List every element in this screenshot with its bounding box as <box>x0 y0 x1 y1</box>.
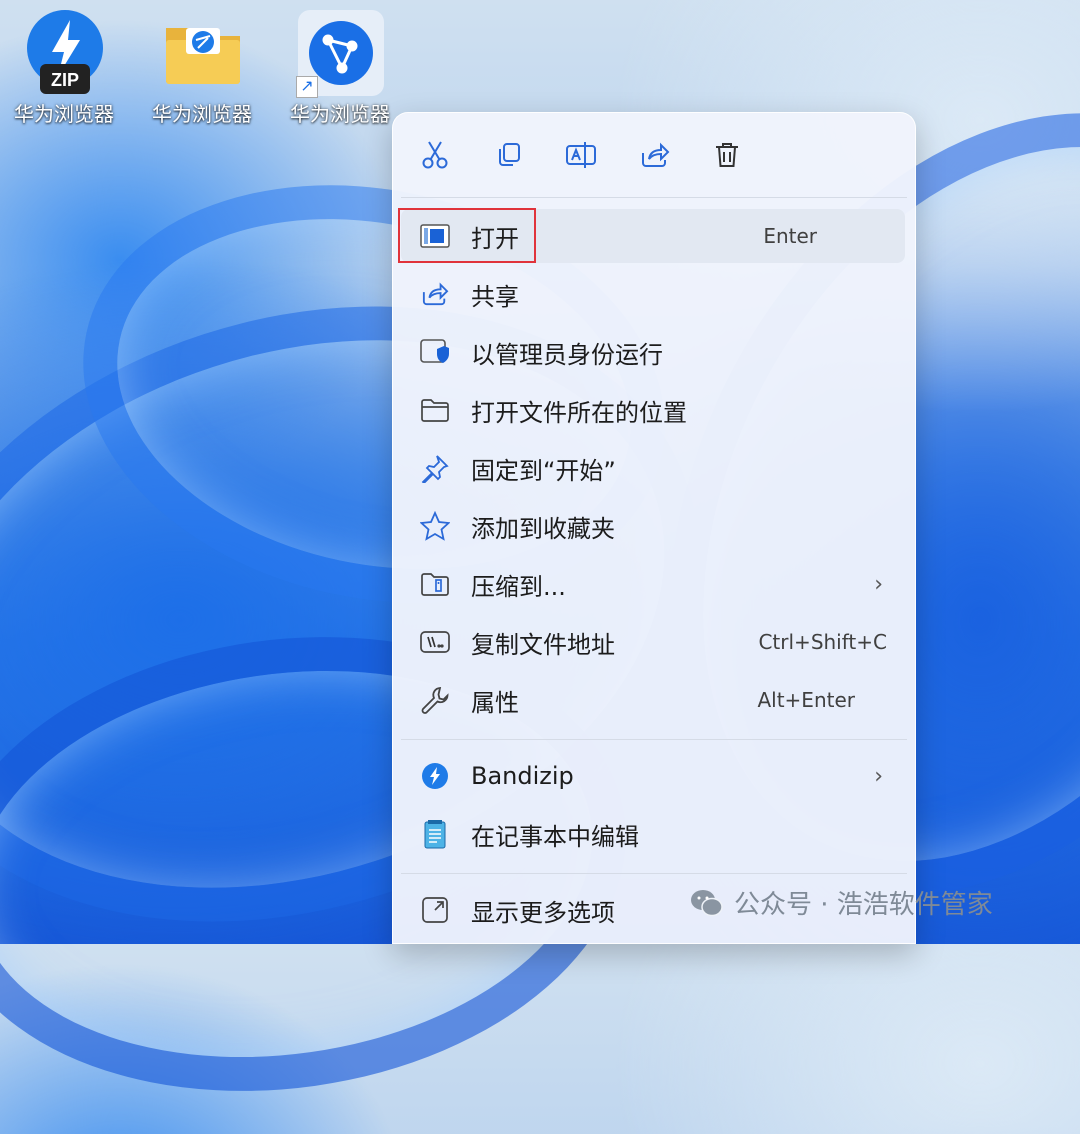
share-button[interactable] <box>633 133 677 177</box>
menu-item-label: Bandizip <box>471 762 574 790</box>
menu-item-bandizip[interactable]: Bandizip › <box>401 749 905 803</box>
menu-item-label: 在记事本中编辑 <box>471 822 639 851</box>
rename-icon <box>566 142 596 168</box>
expand-icon <box>419 894 451 926</box>
menu-item-label: 复制文件地址 <box>471 630 615 659</box>
wrench-icon <box>419 684 451 716</box>
bandizip-icon <box>419 760 451 792</box>
rename-button[interactable] <box>559 133 603 177</box>
divider <box>401 197 907 198</box>
scissors-icon <box>422 141 448 169</box>
menu-item-share[interactable]: 共享 <box>401 267 905 321</box>
divider <box>401 873 907 874</box>
wechat-icon <box>691 889 723 916</box>
desktop-icon-browser-shortcut[interactable]: ↗ 华为浏览器 <box>276 6 404 134</box>
star-icon <box>419 510 451 542</box>
chevron-right-icon: › <box>874 763 883 789</box>
copy-button[interactable] <box>487 133 531 177</box>
desktop-icon-label: 华为浏览器 <box>14 102 114 126</box>
menu-item-label: 添加到收藏夹 <box>471 514 615 543</box>
pin-icon <box>419 452 451 484</box>
desktop-icon-folder[interactable]: 华为浏览器 <box>138 6 266 134</box>
menu-item-edit-in-notepad[interactable]: 在记事本中编辑 <box>401 807 905 861</box>
menu-item-shortcut: Enter <box>763 224 817 248</box>
menu-item-label: 显示更多选项 <box>471 898 615 927</box>
watermark: 公众号 · 浩浩软件管家 <box>690 884 993 921</box>
menu-item-label: 打开文件所在的位置 <box>471 398 687 427</box>
menu-item-pin-to-start[interactable]: 固定到“开始” <box>401 441 905 495</box>
context-menu: 打开 Enter 共享 以管理员身份运行 打开文件所在的位置 固定到“开始” 添… <box>392 112 916 944</box>
delete-button[interactable] <box>705 133 749 177</box>
shield-window-icon <box>419 336 451 368</box>
menu-item-label: 固定到“开始” <box>471 456 616 485</box>
menu-item-compress-to[interactable]: 压缩到... › <box>401 557 905 611</box>
menu-item-label: 共享 <box>471 282 519 311</box>
menu-item-label: 打开 <box>471 224 519 253</box>
context-menu-toolbar <box>393 113 915 197</box>
menu-item-copy-as-path[interactable]: 复制文件地址 Ctrl+Shift+C <box>401 615 905 669</box>
copy-icon <box>499 143 520 166</box>
trash-icon <box>716 143 738 167</box>
menu-item-open[interactable]: 打开 Enter <box>401 209 905 263</box>
share-icon <box>642 142 670 167</box>
menu-item-shortcut: Ctrl+Shift+C <box>758 630 887 654</box>
chevron-right-icon: › <box>874 571 883 597</box>
share-icon <box>419 278 451 310</box>
menu-item-shortcut: Alt+Enter <box>757 688 855 712</box>
svg-text:ZIP: ZIP <box>51 70 79 90</box>
menu-item-run-as-admin[interactable]: 以管理员身份运行 <box>401 325 905 379</box>
folder-outline-icon <box>419 394 451 426</box>
app-window-icon <box>419 220 451 252</box>
menu-item-open-file-location[interactable]: 打开文件所在的位置 <box>401 383 905 437</box>
path-icon <box>419 626 451 658</box>
menu-item-properties[interactable]: 属性 Alt+Enter <box>401 673 905 727</box>
folder-icon <box>160 10 246 96</box>
zip-folder-icon <box>419 568 451 600</box>
desktop-icon-label: 华为浏览器 <box>152 102 252 126</box>
notepad-icon <box>419 818 451 850</box>
shortcut-arrow-icon: ↗ <box>296 76 318 98</box>
cut-button[interactable] <box>413 133 457 177</box>
divider <box>401 739 907 740</box>
desktop-icon-bandizip[interactable]: ZIP 华为浏览器 <box>0 6 128 134</box>
menu-item-add-to-favorites[interactable]: 添加到收藏夹 <box>401 499 905 553</box>
menu-item-label: 以管理员身份运行 <box>471 340 663 369</box>
watermark-text: 公众号 · 浩浩软件管家 <box>734 890 993 920</box>
menu-item-label: 属性 <box>471 688 519 717</box>
menu-item-label: 压缩到... <box>471 572 566 601</box>
desktop-icon-label: 华为浏览器 <box>290 102 390 126</box>
bandizip-zip-icon: ZIP <box>22 10 108 96</box>
